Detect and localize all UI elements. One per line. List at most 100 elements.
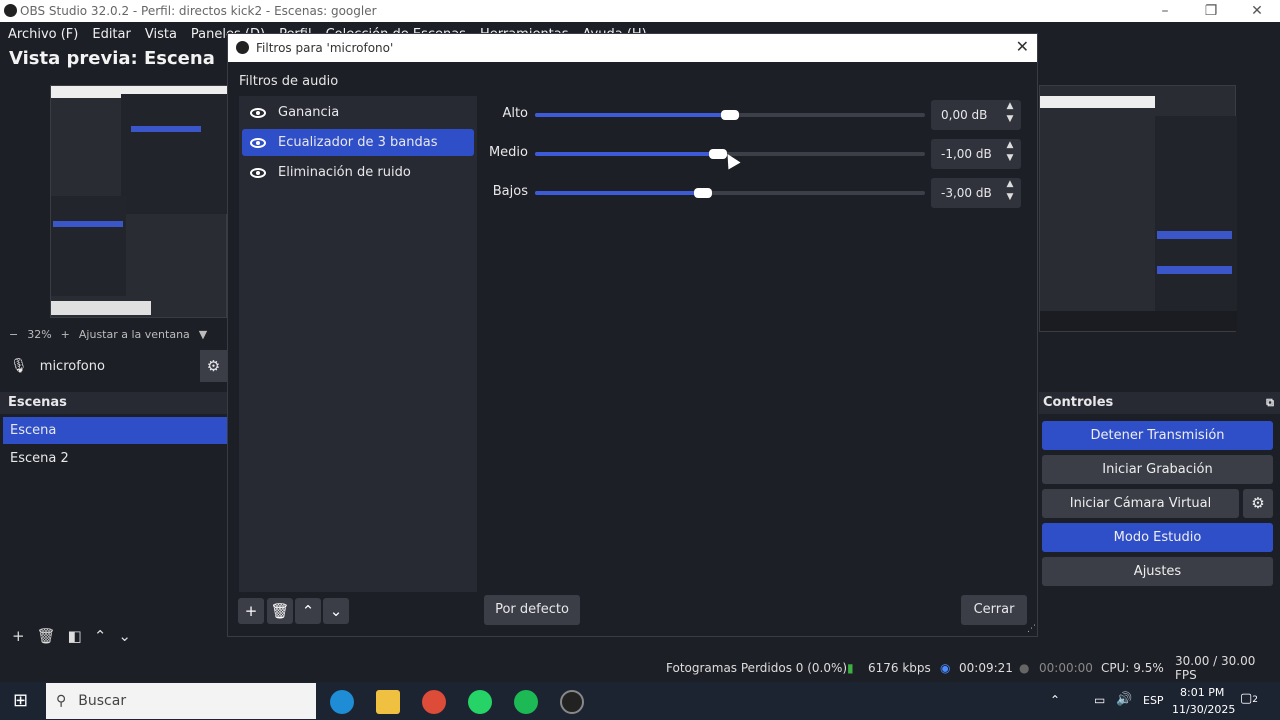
spin-arrows-icon[interactable]: ▲ ▼ [999, 178, 1021, 208]
window-titlebar: OBS Studio 32.0.2 - Perfil: directos kic… [0, 0, 1280, 22]
spinbox-medio[interactable]: -1,00 dB ▲ ▼ [931, 139, 1021, 169]
slider-fill-medio [535, 152, 719, 156]
scene-item[interactable]: Escena [3, 417, 227, 444]
filters-list: Ganancia Ecualizador de 3 bandas Elimina… [239, 96, 477, 592]
gear-icon[interactable]: ⚙ [1243, 489, 1273, 518]
menu-editar[interactable]: Editar [92, 27, 131, 42]
spinbox-value: -1,00 dB [941, 147, 992, 161]
zoom-value: 32% [27, 327, 52, 341]
filter-label: Eliminación de ruido [278, 165, 411, 180]
signal-icon: ▮ [847, 661, 854, 675]
search-placeholder: Buscar [78, 693, 127, 709]
add-filter-button[interactable]: + [238, 598, 264, 624]
tray-time[interactable]: 8:01 PM [1180, 686, 1224, 699]
status-bar: Fotogramas Perdidos 0 (0.0%) ▮ 6176 kbps… [0, 654, 1280, 682]
slider-handle-alto[interactable] [721, 110, 739, 120]
filter-label: Ganancia [278, 105, 340, 120]
close-button[interactable]: Cerrar [961, 595, 1027, 625]
dialog-title: Filtros para 'microfono' [256, 41, 394, 55]
settings-button[interactable]: Ajustes [1042, 557, 1273, 586]
dropped-frames: Fotogramas Perdidos 0 (0.0%) [666, 661, 848, 675]
scenes-header: Escenas [0, 392, 227, 414]
live-time: 00:09:21 [959, 661, 1013, 675]
zoom-out-button[interactable]: − [9, 328, 18, 341]
source-name: microfono [39, 358, 105, 374]
move-down-icon[interactable]: ⌄ [118, 627, 131, 645]
eye-icon[interactable] [250, 167, 266, 178]
defaults-button[interactable]: Por defecto [484, 595, 580, 625]
source-row[interactable]: 🎙 microfono ⚙ [0, 350, 227, 382]
start-virtual-camera-button[interactable]: Iniciar Cámara Virtual [1042, 489, 1239, 518]
bitrate: 6176 kbps [868, 661, 931, 675]
tray-volume-icon[interactable]: 🔊 [1116, 692, 1132, 707]
spinbox-value: -3,00 dB [941, 186, 992, 200]
file-explorer-icon[interactable] [376, 690, 400, 714]
filter-icon[interactable]: ◧ [68, 627, 82, 645]
stop-streaming-button[interactable]: Detener Transmisión [1042, 421, 1273, 450]
filter-item-ecualizador[interactable]: Ecualizador de 3 bandas [242, 129, 474, 156]
start-recording-button[interactable]: Iniciar Grabación [1042, 455, 1273, 484]
broadcast-icon: ◉ [940, 661, 951, 675]
tray-language[interactable]: ESP [1143, 694, 1164, 707]
restore-icon[interactable]: ❐ [1188, 0, 1234, 22]
obs-logo-icon [4, 4, 17, 17]
search-icon: ⚲ [56, 693, 67, 709]
move-down-icon[interactable]: ⌄ [323, 598, 349, 624]
trash-icon[interactable]: 🗑 [267, 598, 293, 624]
scene-item[interactable]: Escena 2 [3, 445, 227, 472]
chrome-icon[interactable] [422, 690, 446, 714]
eye-icon[interactable] [250, 107, 266, 118]
minimize-icon[interactable]: – [1142, 0, 1188, 22]
record-icon: ● [1019, 661, 1030, 675]
eye-icon[interactable] [250, 137, 266, 148]
move-up-icon[interactable]: ⌃ [94, 627, 107, 645]
spotify-icon[interactable] [514, 690, 538, 714]
slider-handle-bajos[interactable] [693, 188, 712, 198]
fps: 30.00 / 30.00 FPS [1175, 654, 1256, 682]
band-label-bajos: Bajos [492, 184, 528, 199]
preview-canvas[interactable] [50, 85, 228, 318]
gear-icon[interactable]: ⚙ [200, 350, 227, 382]
filter-item-ganancia[interactable]: Ganancia [242, 99, 474, 126]
zoom-bar: − 32% + Ajustar a la ventana ▼ [0, 326, 227, 342]
windows-start-icon[interactable]: ⊞ [13, 690, 28, 711]
record-time: 00:00:00 [1039, 661, 1093, 675]
undock-icon[interactable]: ⧉ [1266, 392, 1274, 414]
band-label-medio: Medio [488, 145, 528, 160]
resize-grip-icon[interactable]: ⋰ [1027, 624, 1036, 634]
preview-title: Vista previa: Escena [9, 48, 215, 69]
edge-icon[interactable] [330, 690, 354, 714]
controls-title: Controles [1043, 395, 1114, 410]
spinbox-value: 0,00 dB [941, 108, 988, 122]
preview-canvas-right[interactable] [1039, 85, 1237, 332]
menu-vista[interactable]: Vista [145, 27, 177, 42]
filter-label: Ecualizador de 3 bandas [278, 135, 438, 150]
add-icon[interactable]: + [12, 627, 25, 645]
obs-logo-icon [236, 41, 249, 54]
taskbar-search[interactable]: ⚲ Buscar [46, 683, 316, 719]
window-title: OBS Studio 32.0.2 - Perfil: directos kic… [20, 4, 377, 18]
tray-network-icon[interactable]: ▭ [1094, 693, 1105, 707]
close-icon[interactable]: ✕ [1234, 0, 1280, 22]
spinbox-alto[interactable]: 0,00 dB ▲ ▼ [931, 100, 1021, 130]
zoom-fit-select[interactable]: Ajustar a la ventana [79, 328, 190, 341]
zoom-in-button[interactable]: + [61, 328, 70, 341]
move-up-icon[interactable]: ⌃ [295, 598, 321, 624]
dialog-titlebar: Filtros para 'microfono' ✕ [228, 34, 1037, 62]
menu-archivo[interactable]: Archivo (F) [8, 27, 78, 42]
microphone-icon: 🎙 [10, 358, 28, 374]
spinbox-bajos[interactable]: -3,00 dB ▲ ▼ [931, 178, 1021, 208]
chevron-down-icon[interactable]: ▼ [199, 328, 207, 341]
close-icon[interactable]: ✕ [1016, 37, 1029, 56]
tray-date[interactable]: 11/30/2025 [1172, 703, 1235, 716]
tray-chevron-icon[interactable]: ⌃ [1050, 693, 1060, 707]
spin-arrows-icon[interactable]: ▲ ▼ [999, 139, 1021, 169]
notification-icon[interactable]: ▢2 [1240, 691, 1258, 706]
whatsapp-icon[interactable] [468, 690, 492, 714]
window-controls: – ❐ ✕ [1142, 0, 1280, 22]
filter-item-eliminacion-ruido[interactable]: Eliminación de ruido [242, 159, 474, 186]
spin-arrows-icon[interactable]: ▲ ▼ [999, 100, 1021, 130]
trash-icon[interactable]: 🗑 [37, 627, 56, 645]
studio-mode-button[interactable]: Modo Estudio [1042, 523, 1273, 552]
obs-icon[interactable] [560, 690, 584, 714]
